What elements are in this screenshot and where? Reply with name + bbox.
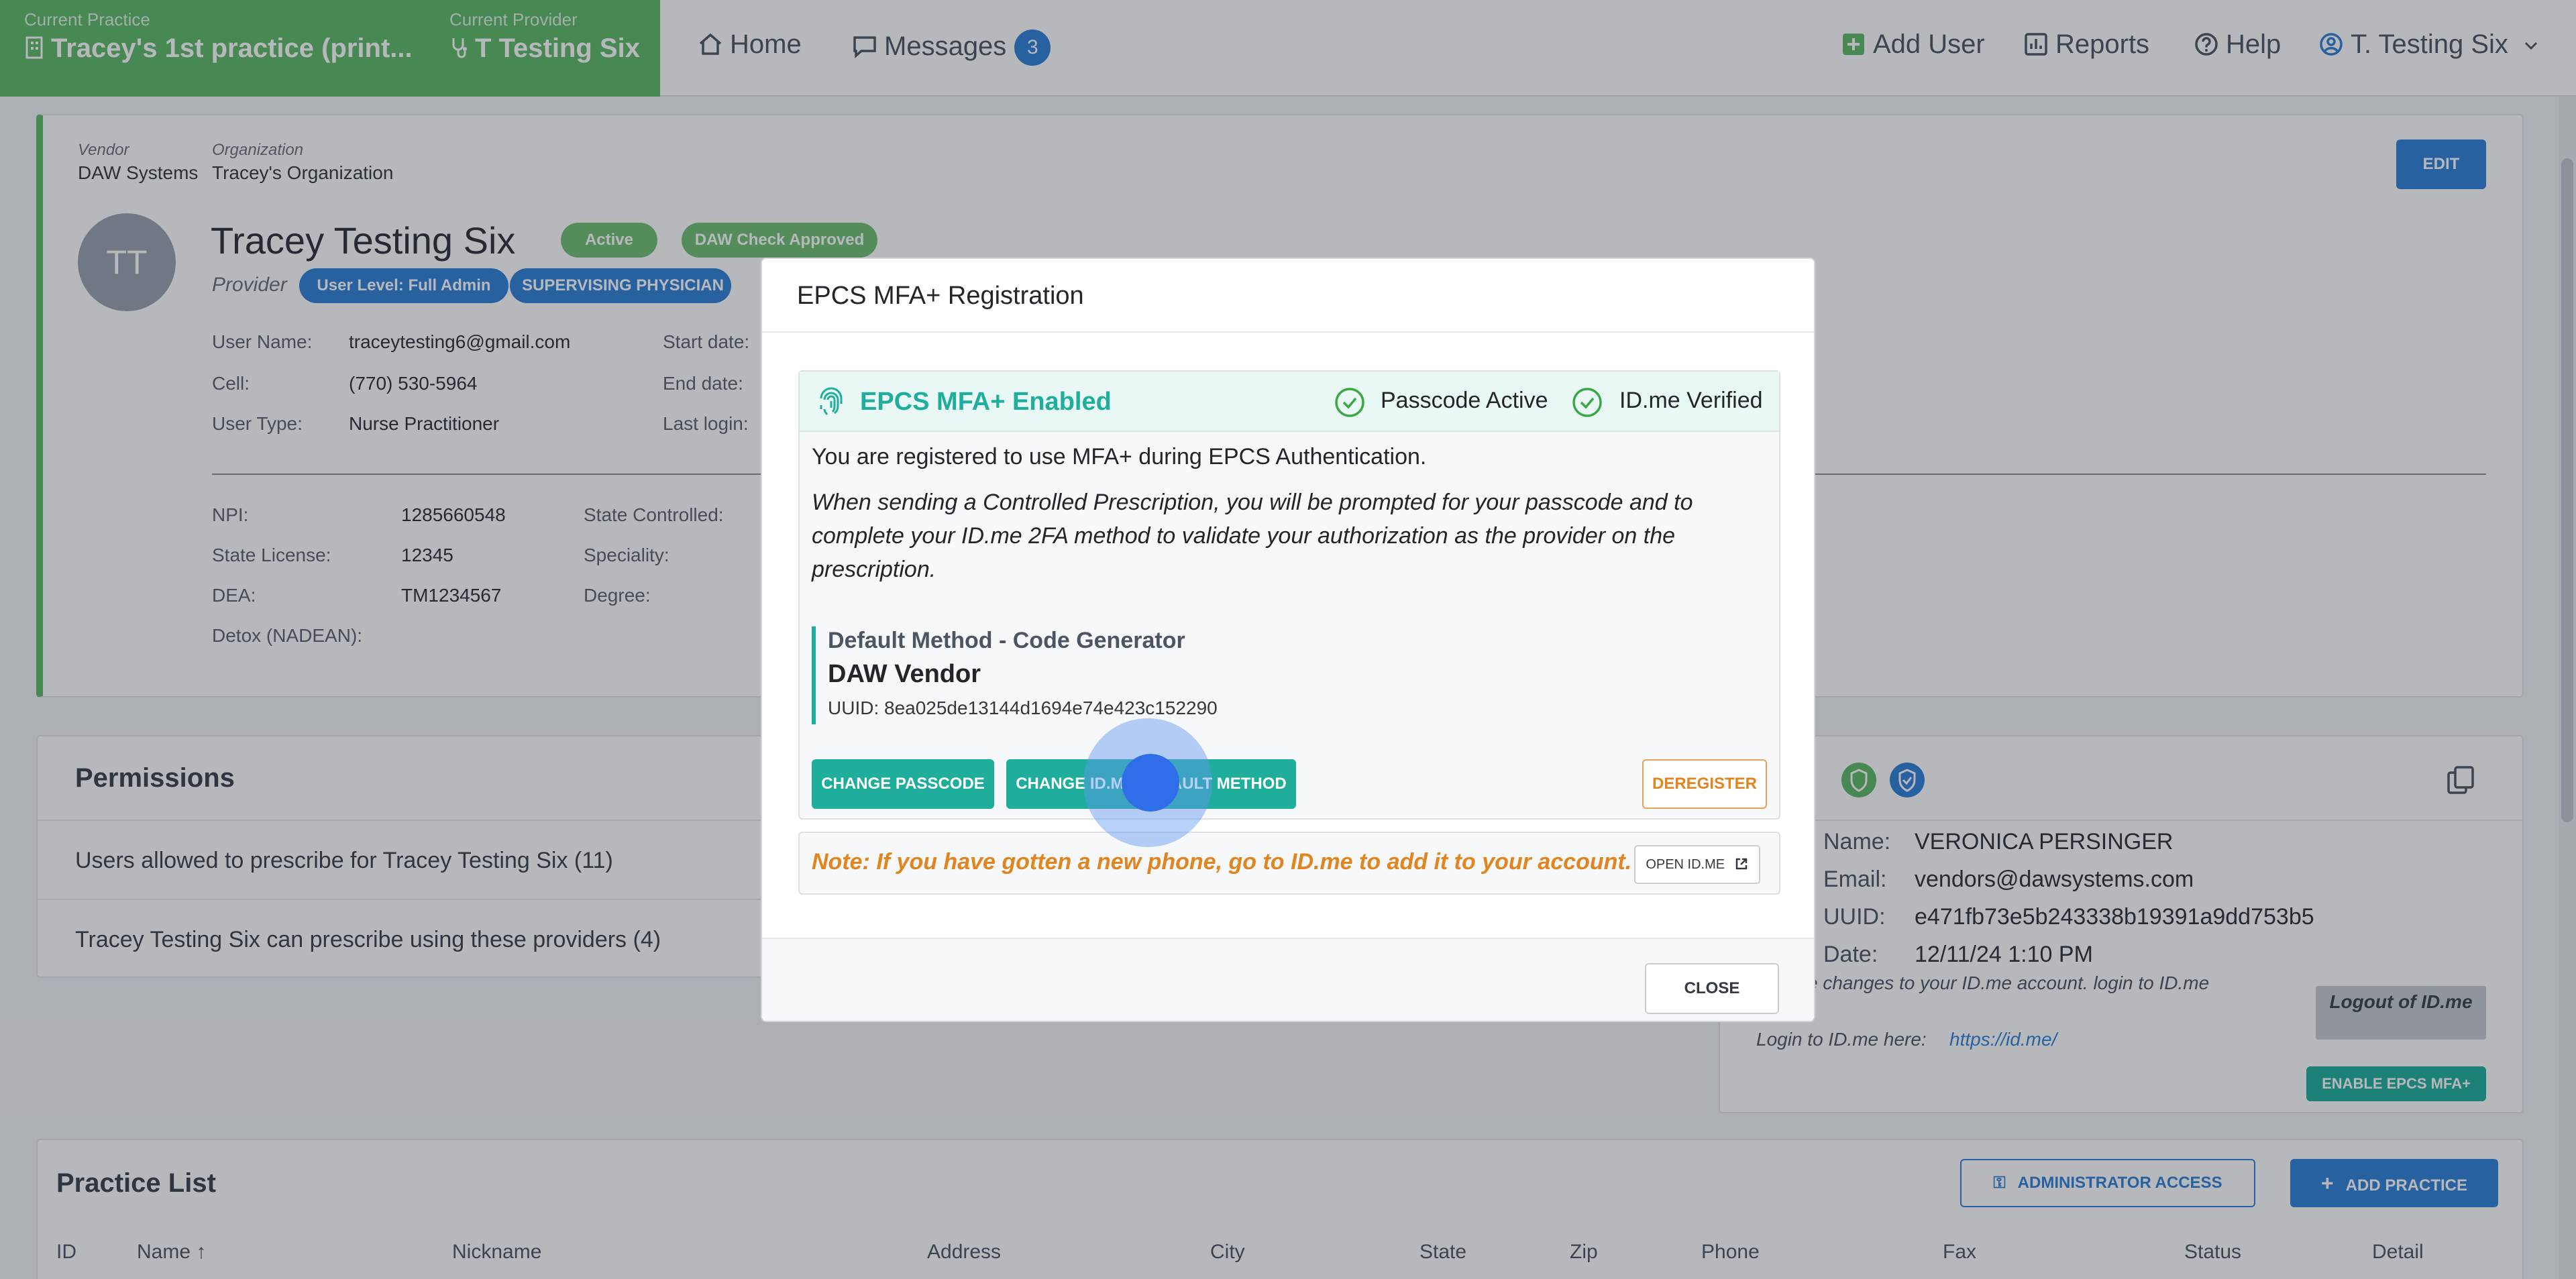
default-method-box: Default Method - Code Generator DAW Vend… xyxy=(812,626,1348,724)
default-method-uuid: UUID: 8ea025de13144d1694e74e423c152290 xyxy=(828,698,1218,718)
change-passcode-button[interactable]: CHANGE PASSCODE xyxy=(812,759,994,809)
mfa-enabled-title: EPCS MFA+ Enabled xyxy=(860,388,1112,416)
check-circle-icon xyxy=(1572,388,1602,417)
new-phone-note-text: Note: If you have gotten a new phone, go… xyxy=(812,849,1632,875)
default-method-vendor: DAW Vendor xyxy=(828,660,981,688)
mfa-status-panel: EPCS MFA+ Enabled Passcode Active ID.me … xyxy=(798,370,1780,820)
mfa-status-header: EPCS MFA+ Enabled Passcode Active ID.me … xyxy=(800,372,1779,432)
new-phone-note: Note: If you have gotten a new phone, go… xyxy=(798,832,1780,895)
deregister-button[interactable]: DEREGISTER xyxy=(1642,759,1767,809)
idme-verified-status: ID.me Verified xyxy=(1619,388,1763,413)
open-idme-button[interactable]: OPEN ID.ME xyxy=(1634,845,1760,884)
controlled-rx-info-text: When sending a Controlled Prescription, … xyxy=(812,490,1693,582)
passcode-active-status: Passcode Active xyxy=(1381,388,1548,413)
external-link-icon xyxy=(1735,858,1747,870)
change-idme-default-method-button[interactable]: CHANGE ID.ME DEFAULT METHOD xyxy=(1006,759,1296,809)
registered-text: You are registered to use MFA+ during EP… xyxy=(812,444,1427,469)
fingerprint-icon xyxy=(820,387,843,416)
epcs-mfa-registration-modal: EPCS MFA+ Registration EPCS MFA+ Enabled… xyxy=(761,258,1815,1022)
check-circle-icon xyxy=(1335,388,1364,417)
open-idme-label: OPEN ID.ME xyxy=(1646,857,1725,872)
default-method-label: Default Method - Code Generator xyxy=(828,628,1185,653)
modal-title: EPCS MFA+ Registration xyxy=(797,282,1084,310)
modal-header: EPCS MFA+ Registration xyxy=(762,259,1814,333)
close-button[interactable]: CLOSE xyxy=(1645,963,1779,1014)
modal-footer: CLOSE xyxy=(762,938,1814,1021)
